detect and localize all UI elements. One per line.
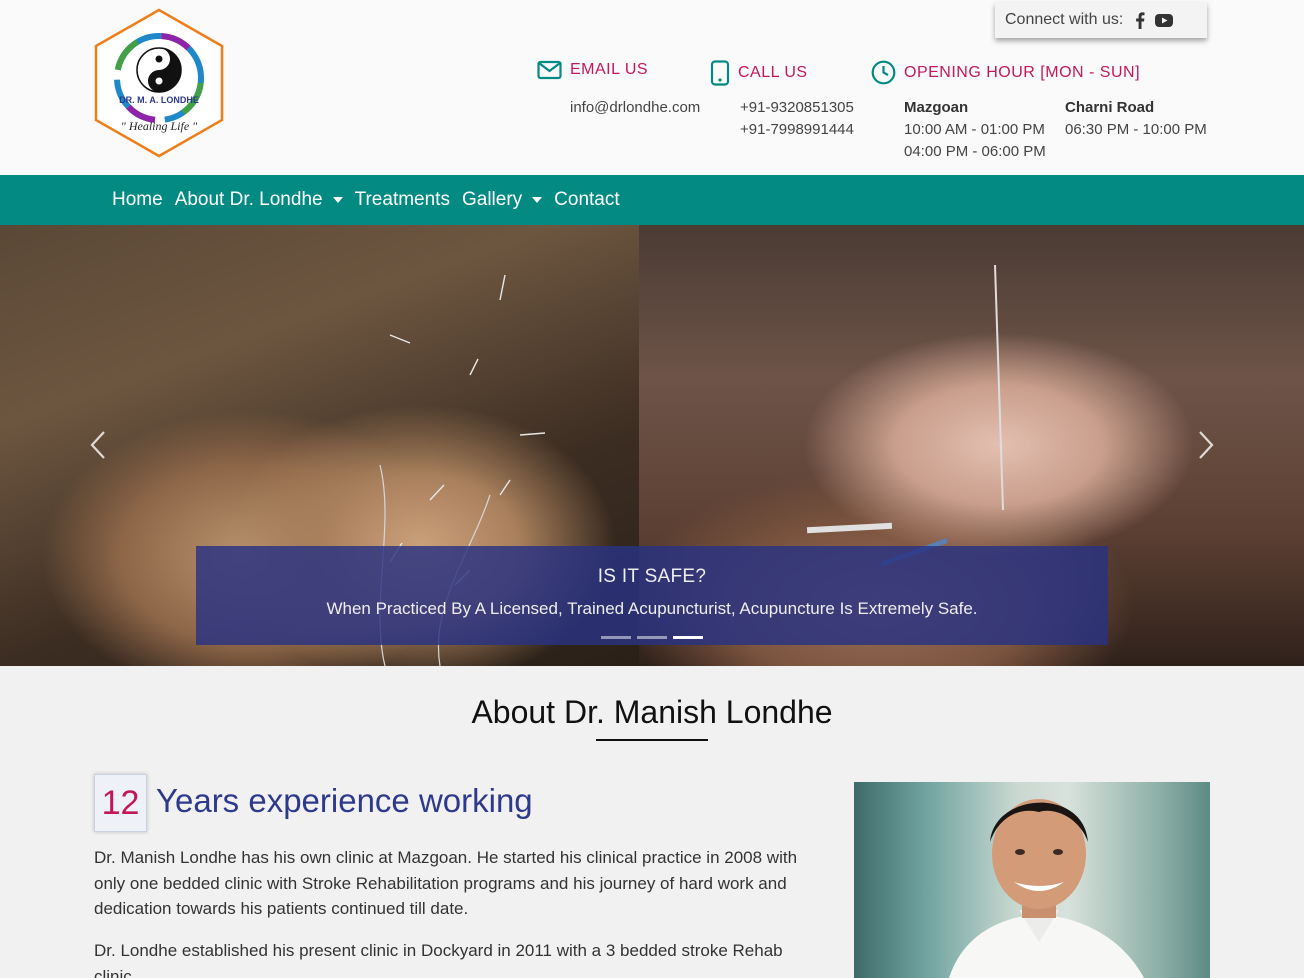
about-title: About Dr. Manish Londhe — [471, 694, 833, 730]
phone-numbers: +91-9320851305 +91-7998991444 — [740, 97, 854, 141]
title-underline — [596, 739, 708, 741]
nav-contact[interactable]: Contact — [554, 189, 619, 211]
connect-with-us: Connect with us: — [995, 2, 1207, 38]
hours-charni-road: Charni Road 06:30 PM - 10:00 PM — [1065, 97, 1207, 141]
logo-brand: DR. M. A. LONDHE — [119, 95, 199, 105]
clock-icon — [871, 60, 896, 85]
email-address[interactable]: info@drlondhe.com — [570, 97, 700, 119]
carousel-indicator-2[interactable] — [637, 636, 667, 639]
call-us-label: CALL US — [738, 64, 808, 81]
opening-hours-heading: OPENING HOUR [MON - SUN] — [871, 60, 1140, 85]
nav-contact-label: Contact — [554, 189, 620, 210]
envelope-icon — [537, 60, 562, 80]
nav-treatments-label: Treatments — [354, 189, 450, 210]
call-us-heading[interactable]: CALL US — [710, 60, 808, 86]
charni-label: Charni Road — [1065, 99, 1155, 116]
email-us-heading[interactable]: EMAIL US — [537, 60, 648, 80]
mazgoan-label: Mazgoan — [904, 99, 969, 116]
email-us-label: EMAIL US — [570, 61, 649, 78]
nav-home[interactable]: Home — [112, 189, 163, 211]
caption-title: IS IT SAFE? — [597, 566, 707, 587]
mazgoan-slot-2: 04:00 PM - 06:00 PM — [904, 143, 1046, 160]
youtube-icon[interactable] — [1155, 13, 1174, 27]
about-paragraph-1: Dr. Manish Londhe has his own clinic at … — [94, 848, 798, 918]
mobile-phone-icon — [710, 60, 730, 86]
mazgoan-slot-1: 10:00 AM - 01:00 PM — [904, 121, 1045, 138]
years-experience-text: Years experience working — [156, 782, 533, 819]
nav-treatments[interactable]: Treatments — [355, 189, 450, 211]
phone-2[interactable]: +91-7998991444 — [740, 119, 854, 141]
carousel-indicator-3[interactable] — [673, 636, 703, 639]
connect-label: Connect with us: — [1005, 11, 1124, 28]
carousel-next-icon[interactable] — [1198, 430, 1214, 469]
opening-hours-label: OPENING HOUR [MON - SUN] — [904, 63, 1141, 81]
years-number-badge: 12 — [94, 774, 147, 832]
caret-down-icon — [532, 197, 543, 203]
nav-gallery[interactable]: Gallery — [461, 189, 543, 211]
hero-carousel: IS IT SAFE? When Practiced By A Licensed… — [0, 225, 1304, 666]
hours-mazgoan: Mazgoan 10:00 AM - 01:00 PM 04:00 PM - 0… — [904, 97, 1046, 163]
nav-about[interactable]: About Dr. Londhe — [175, 189, 343, 211]
charni-slot-1: 06:30 PM - 10:00 PM — [1065, 121, 1207, 138]
caret-down-icon — [332, 197, 343, 203]
logo-tagline: " Healing Life " — [121, 119, 198, 133]
facebook-icon[interactable] — [1135, 11, 1145, 29]
doctor-portrait — [949, 799, 1144, 978]
site-header: DR. M. A. LONDHE " Healing Life " Connec… — [0, 0, 1304, 175]
carousel-prev-icon[interactable] — [90, 430, 106, 469]
nav-about-label: About Dr. Londhe — [174, 189, 323, 210]
nav-gallery-label: Gallery — [461, 189, 523, 210]
phone-1[interactable]: +91-9320851305 — [740, 97, 854, 119]
doctor-photo — [854, 782, 1210, 978]
about-paragraph-2: Dr. Londhe established his present clini… — [94, 941, 783, 978]
caption-text: When Practiced By A Licensed, Trained Ac… — [326, 599, 978, 618]
carousel-caption: IS IT SAFE? When Practiced By A Licensed… — [196, 546, 1108, 645]
nav-home-label: Home — [112, 189, 163, 210]
carousel-indicator-1[interactable] — [601, 636, 631, 639]
logo[interactable]: DR. M. A. LONDHE " Healing Life " — [93, 8, 225, 158]
main-nav: Home About Dr. Londhe Treatments Gallery… — [0, 175, 1304, 225]
